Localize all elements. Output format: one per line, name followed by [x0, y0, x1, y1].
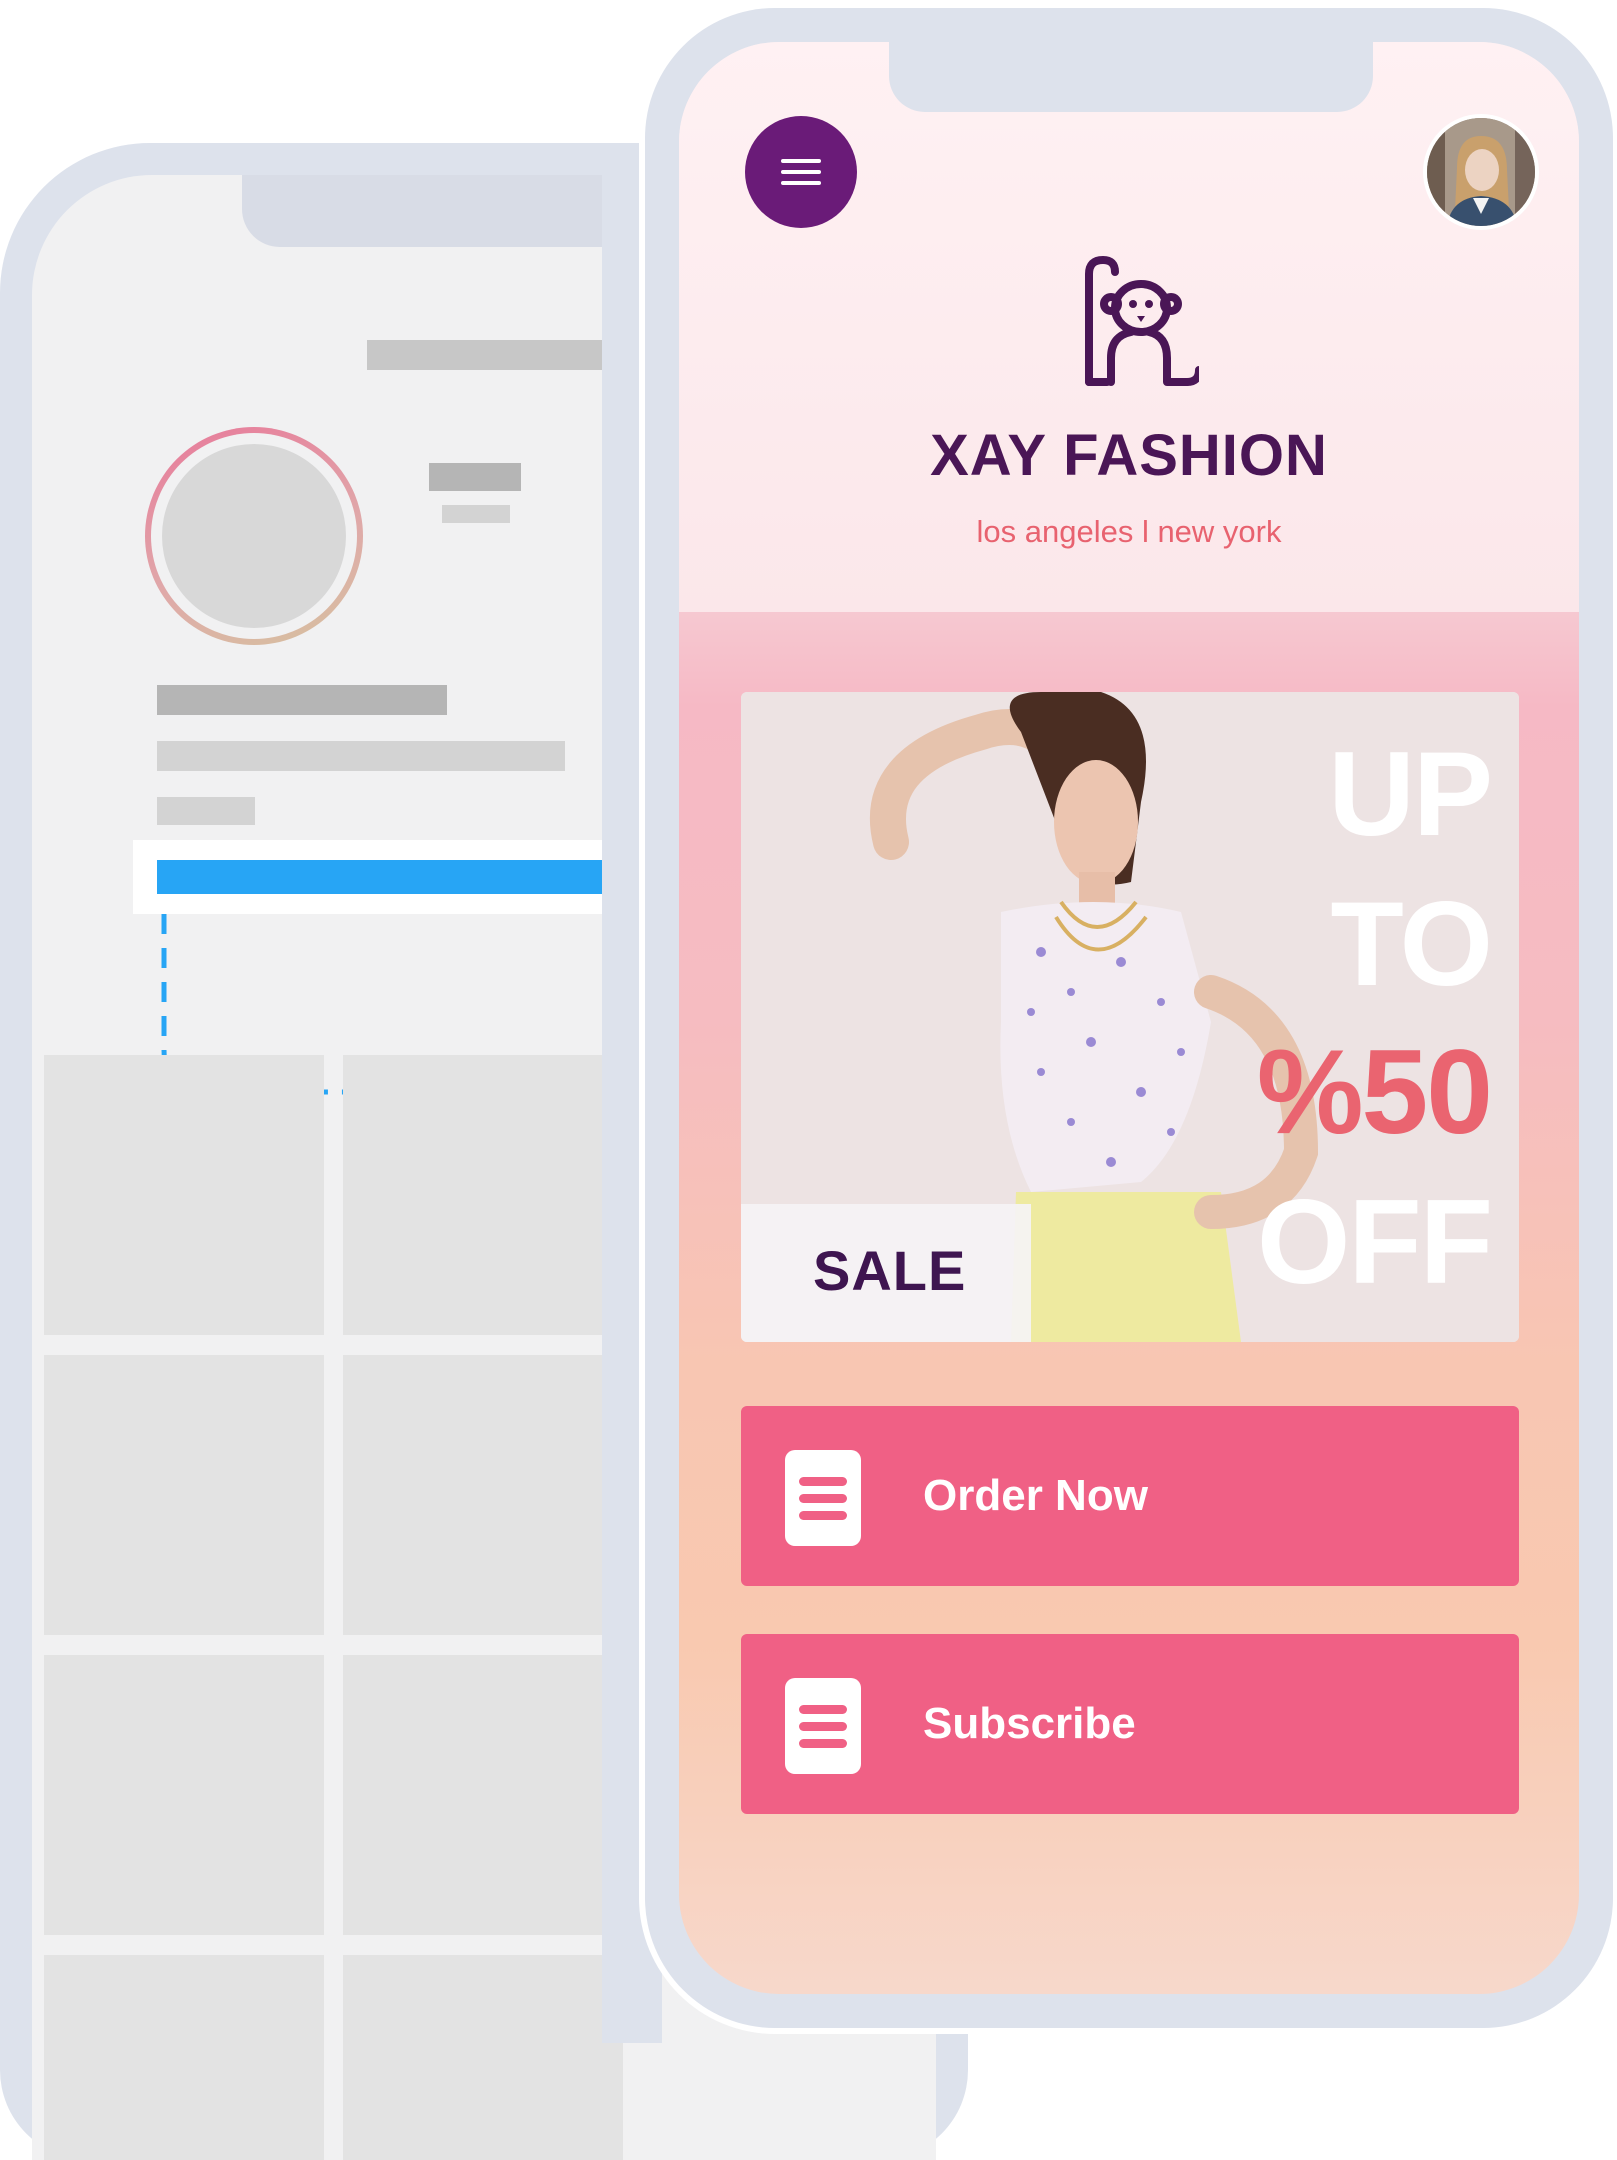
- placeholder-stat-value: [429, 463, 521, 491]
- sale-badge: SALE: [813, 1239, 967, 1302]
- foreground-phone-mockup: XAY FASHION los angeles l new york SALE …: [645, 8, 1613, 2028]
- brand-title: XAY FASHION: [930, 423, 1328, 488]
- placeholder-stat-label: [442, 505, 510, 523]
- promo-line-to: TO: [1330, 877, 1493, 1011]
- placeholder-bio-line: [157, 741, 565, 771]
- promo-line-off: OFF: [1257, 1175, 1493, 1309]
- document-icon: [785, 1678, 861, 1774]
- grid-post[interactable]: [343, 1355, 623, 1635]
- avatar-portrait: [1427, 118, 1535, 226]
- promo-line-up: UP: [1328, 727, 1493, 861]
- grid-post[interactable]: [44, 1055, 324, 1335]
- sale-promo-banner[interactable]: SALE UP TO %50 OFF: [741, 692, 1519, 1342]
- hamburger-menu-icon[interactable]: [745, 116, 857, 228]
- grid-post[interactable]: [343, 1955, 623, 2160]
- document-icon: [785, 1450, 861, 1546]
- order-now-label: Order Now: [923, 1471, 1148, 1520]
- bio-link-bar[interactable]: [157, 860, 603, 894]
- placeholder-bio-line: [157, 797, 255, 825]
- grid-post[interactable]: [44, 1955, 324, 2160]
- brand-tagline: los angeles l new york: [976, 514, 1282, 549]
- grid-post[interactable]: [343, 1055, 623, 1335]
- link-in-bio-screen: XAY FASHION los angeles l new york SALE …: [679, 42, 1579, 1994]
- grid-post[interactable]: [44, 1655, 324, 1935]
- grid-post[interactable]: [44, 1355, 324, 1635]
- promo-line-percent: %50: [1256, 1025, 1493, 1159]
- order-now-button[interactable]: Order Now: [741, 1406, 1519, 1586]
- grid-post[interactable]: [343, 1655, 623, 1935]
- phone-notch: [889, 42, 1373, 112]
- monkey-logo-icon: [1085, 256, 1199, 386]
- user-avatar[interactable]: [1423, 114, 1539, 230]
- placeholder-profile-avatar: [145, 427, 363, 645]
- placeholder-bio-line: [157, 685, 447, 715]
- subscribe-label: Subscribe: [923, 1699, 1136, 1748]
- subscribe-button[interactable]: Subscribe: [741, 1634, 1519, 1814]
